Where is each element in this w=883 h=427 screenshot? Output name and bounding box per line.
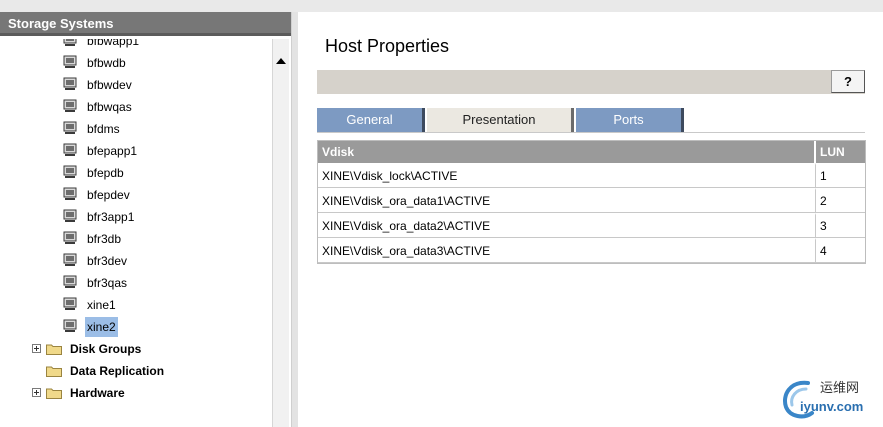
tab-ports[interactable]: Ports <box>576 108 684 132</box>
tree-group-label: Data Replication <box>70 364 165 378</box>
watermark-text-cn: 运维网 <box>820 381 860 396</box>
tree-group-label: Disk Groups <box>70 342 142 356</box>
server-icon <box>63 187 77 200</box>
tree-host-bfbwdev[interactable]: bfbwdev <box>63 75 183 95</box>
server-icon <box>63 231 77 244</box>
tree-host-label: bfr3qas <box>87 276 128 290</box>
folder-icon <box>46 344 62 355</box>
server-icon <box>63 165 77 178</box>
tree-host-label: bfbwdev <box>87 78 132 92</box>
tab-presentation[interactable]: Presentation <box>427 108 574 132</box>
server-icon <box>63 39 77 46</box>
tree-host-bfbwapp1[interactable]: bfbwapp1 <box>63 39 183 51</box>
tree-host-bfr3dev[interactable]: bfr3dev <box>63 251 183 271</box>
tree-host-bfbwqas[interactable]: bfbwqas <box>63 97 183 117</box>
tree-host-bfdms[interactable]: bfdms <box>63 119 183 139</box>
host-properties-pane: Host Properties ? General Presentation P… <box>298 12 883 427</box>
tree-host-bfbwdb[interactable]: bfbwdb <box>63 53 183 73</box>
server-icon <box>63 121 77 134</box>
table-row[interactable]: XINE\Vdisk_ora_data2\ACTIVE 3 <box>318 213 865 238</box>
server-icon <box>63 209 77 222</box>
tree-group-hardware[interactable]: Hardware <box>32 383 232 403</box>
server-icon <box>63 319 77 332</box>
table-row[interactable]: XINE\Vdisk_ora_data3\ACTIVE 4 <box>318 238 865 263</box>
tree-host-label: bfr3app1 <box>87 210 135 224</box>
top-strip <box>0 0 883 12</box>
expand-plus-icon[interactable] <box>32 388 41 397</box>
vdisk-cell: XINE\Vdisk_ora_data2\ACTIVE <box>318 213 816 238</box>
tree-group-label: Hardware <box>70 386 125 400</box>
lun-cell: 4 <box>816 238 865 263</box>
lun-cell: 1 <box>816 163 865 188</box>
vdisk-cell: XINE\Vdisk_ora_data3\ACTIVE <box>318 238 816 263</box>
folder-icon <box>46 388 62 399</box>
tab-underline <box>317 132 865 133</box>
column-header-vdisk: Vdisk <box>318 141 816 163</box>
vdisk-table: Vdisk LUN XINE\Vdisk_lock\ACTIVE 1 XINE\… <box>317 140 866 264</box>
tree-host-label: bfepdev <box>87 188 130 202</box>
help-bar: ? <box>317 70 865 94</box>
tree-host-label: bfepdb <box>87 166 124 180</box>
server-icon <box>63 55 77 68</box>
tree-host-bfr3db[interactable]: bfr3db <box>63 229 183 249</box>
tree-host-bfr3qas[interactable]: bfr3qas <box>63 273 183 293</box>
storage-systems-panel: Storage Systems bfbwapp1 bfbwdb bfbwdev … <box>0 12 291 427</box>
tree-host-label: bfbwqas <box>87 100 132 114</box>
watermark-swirl-icon <box>783 380 814 419</box>
lun-cell: 3 <box>816 213 865 238</box>
tree-host-label: bfr3db <box>87 232 122 246</box>
tree-host-bfepdb[interactable]: bfepdb <box>63 163 183 183</box>
tree-group-data-replication[interactable]: Data Replication <box>32 361 232 381</box>
help-button[interactable]: ? <box>831 70 865 93</box>
scroll-thumb[interactable] <box>274 71 288 427</box>
server-icon <box>63 297 77 310</box>
watermark-text-url: iyunv.com <box>800 399 864 414</box>
scroll-up-arrow-icon[interactable] <box>273 53 289 69</box>
table-row[interactable]: XINE\Vdisk_lock\ACTIVE 1 <box>318 163 865 188</box>
expand-plus-icon[interactable] <box>32 344 41 353</box>
tree-host-bfr3app1[interactable]: bfr3app1 <box>63 207 183 227</box>
tree-host-label: bfepapp1 <box>87 144 138 158</box>
tree-host-label: bfbwdb <box>87 56 126 70</box>
table-header-row: Vdisk LUN <box>318 141 865 163</box>
tree-host-label: bfr3dev <box>87 254 128 268</box>
tab-general[interactable]: General <box>317 108 425 132</box>
vdisk-cell: XINE\Vdisk_lock\ACTIVE <box>318 163 816 188</box>
tree-scrollbar[interactable] <box>272 39 289 427</box>
tree-host-label: xine1 <box>87 298 116 312</box>
tree-host-label: bfbwapp1 <box>87 39 140 48</box>
tree-host-label: bfdms <box>87 122 120 136</box>
panel-title: Storage Systems <box>0 12 291 36</box>
watermark-logo: 运维网 iyunv.com <box>778 375 878 421</box>
folder-icon <box>46 366 62 377</box>
lun-cell: 2 <box>816 188 865 213</box>
server-icon <box>63 143 77 156</box>
tree-group-disk-groups[interactable]: Disk Groups <box>32 339 232 359</box>
server-icon <box>63 99 77 112</box>
tree-host-xine1[interactable]: xine1 <box>63 295 183 315</box>
server-icon <box>63 275 77 288</box>
server-icon <box>63 253 77 266</box>
tree-host-xine2[interactable]: xine2 <box>63 317 183 337</box>
tree-host-bfepdev[interactable]: bfepdev <box>63 185 183 205</box>
server-icon <box>63 77 77 90</box>
vdisk-cell: XINE\Vdisk_ora_data1\ACTIVE <box>318 188 816 213</box>
navigation-tree: bfbwapp1 bfbwdb bfbwdev bfbwqas bfdms bf… <box>0 39 272 427</box>
page-title: Host Properties <box>325 36 450 56</box>
column-header-lun: LUN <box>816 141 865 163</box>
tree-host-bfepapp1[interactable]: bfepapp1 <box>63 141 183 161</box>
table-row[interactable]: XINE\Vdisk_ora_data1\ACTIVE 2 <box>318 188 865 213</box>
property-tabs: General Presentation Ports <box>317 108 865 132</box>
pane-splitter[interactable] <box>291 12 298 427</box>
tree-host-label: xine2 <box>85 317 118 337</box>
